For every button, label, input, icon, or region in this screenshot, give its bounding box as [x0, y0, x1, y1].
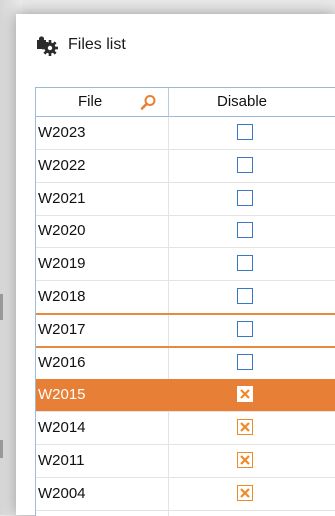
- column-header-disable[interactable]: Disable: [169, 88, 335, 117]
- disable-checkbox[interactable]: [237, 320, 253, 337]
- table-row[interactable]: W2016: [36, 347, 335, 380]
- table-row[interactable]: W2019: [36, 248, 335, 282]
- table-row[interactable]: W2011: [36, 445, 335, 478]
- file-name-cell: W2016: [38, 353, 86, 371]
- disable-checkbox[interactable]: [237, 189, 253, 206]
- puzzle-gear-icon: [36, 34, 58, 56]
- file-name-cell: W2020: [38, 222, 86, 240]
- disable-checkbox[interactable]: [237, 222, 253, 239]
- disable-checkbox[interactable]: [237, 452, 253, 468]
- x-mark-icon: [240, 488, 250, 498]
- disable-checkbox[interactable]: [237, 156, 253, 173]
- file-name-cell: W2017: [38, 320, 86, 338]
- table-row[interactable]: W2014: [36, 412, 335, 446]
- table-row[interactable]: W2022: [36, 150, 335, 183]
- x-mark-icon: [240, 455, 250, 465]
- x-mark-icon: [240, 389, 250, 400]
- file-name-cell: W2023: [38, 124, 86, 141]
- table-row[interactable]: W2021: [36, 183, 335, 216]
- column-header-disable-label: Disable: [217, 93, 268, 110]
- disable-checkbox[interactable]: [237, 484, 253, 501]
- disable-checkbox[interactable]: [237, 353, 253, 370]
- disable-checkbox[interactable]: [237, 255, 253, 272]
- files-list-window: Files list File Disable W2023 W2022 W2021 W…: [16, 14, 335, 516]
- file-name-cell: W2014: [38, 419, 86, 437]
- disable-checkbox[interactable]: [237, 386, 253, 403]
- table-row[interactable]: W2018: [36, 281, 335, 315]
- table-row[interactable]: W2017: [36, 314, 335, 348]
- background-tick: [0, 440, 3, 458]
- column-header-file-label: File: [78, 93, 103, 110]
- file-name-cell: W2004: [38, 484, 86, 502]
- column-header-file[interactable]: File: [36, 88, 169, 117]
- disable-checkbox[interactable]: [237, 124, 253, 140]
- files-table: File Disable W2023 W2022 W2021 W2020 W2019 W2…: [35, 87, 335, 516]
- x-mark-icon: [240, 422, 250, 432]
- disable-checkbox[interactable]: [237, 419, 253, 436]
- window-title: Files list: [68, 36, 126, 53]
- file-name-cell: W2021: [38, 189, 86, 207]
- search-icon[interactable]: [140, 94, 157, 111]
- file-name-cell: W2011: [38, 452, 85, 469]
- background-tick: [0, 294, 3, 320]
- title-bar: Files list: [16, 14, 335, 78]
- disable-checkbox[interactable]: [237, 288, 253, 304]
- file-name-cell: W2019: [38, 255, 86, 273]
- table-row[interactable]: W2023: [36, 117, 335, 150]
- table-row[interactable]: W2020: [36, 215, 335, 249]
- file-name-cell: W2015: [38, 386, 86, 404]
- table-row[interactable]: W2004: [36, 478, 335, 511]
- file-name-cell: W2018: [38, 288, 86, 305]
- file-name-cell: W2022: [38, 156, 86, 174]
- table-row[interactable]: W2015: [36, 379, 335, 413]
